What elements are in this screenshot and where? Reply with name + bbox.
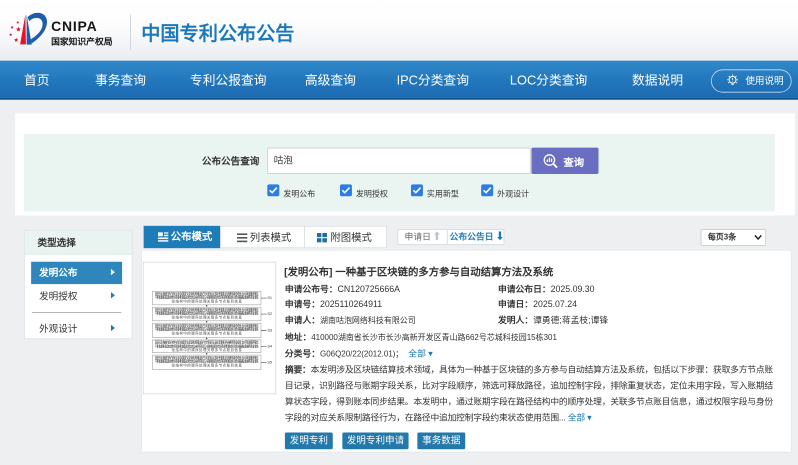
svg-text:径结构中的顺序处理关联多节点账目信息: 径结构中的顺序处理关联多节点账目信息 [172, 298, 243, 303]
svg-text:径结构中的顺序处理关联多节点账目信息: 径结构中的顺序处理关联多节点账目信息 [172, 314, 243, 319]
svg-text:S5: S5 [267, 360, 272, 364]
svg-text:S3: S3 [267, 329, 272, 333]
svg-text:径结构中的顺序处理关联多节点账目信息: 径结构中的顺序处理关联多节点账目信息 [172, 347, 243, 352]
svg-text:S1: S1 [267, 296, 272, 300]
svg-text:径结构中的顺序处理关联多节点账目信息: 径结构中的顺序处理关联多节点账目信息 [172, 330, 243, 335]
svg-text:S2: S2 [267, 312, 272, 316]
svg-text:S4: S4 [267, 345, 273, 349]
svg-text:径结构中的顺序处理关联多节点账目信息: 径结构中的顺序处理关联多节点账目信息 [172, 362, 243, 367]
